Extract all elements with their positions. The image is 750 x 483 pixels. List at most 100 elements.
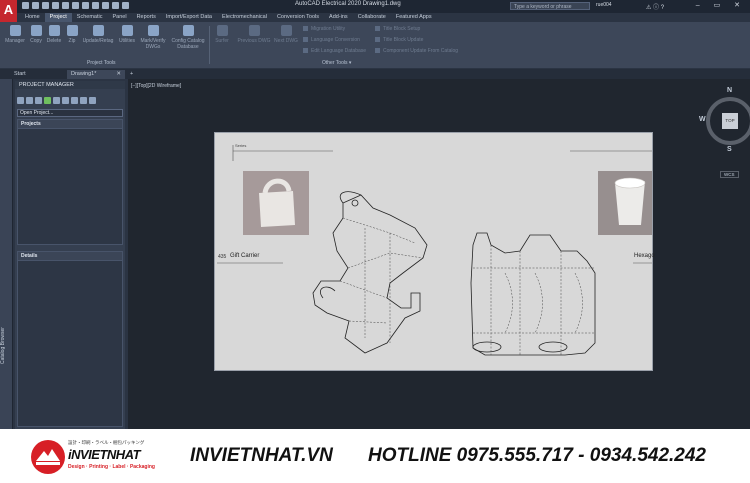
mark-verify-icon [147,25,159,36]
details-panel: Details [17,251,123,427]
help-icon[interactable] [89,97,96,104]
tab-import-export[interactable]: Import/Export Data [161,13,217,22]
update-icon [92,25,104,36]
arrow-left-icon [248,25,260,36]
config-catalog-button[interactable]: Config Catalog Database [169,25,207,50]
ribbon-tabs: Home Project Schematic Panel Reports Imp… [20,13,437,22]
zip-button[interactable]: Zip [66,25,78,44]
redo-icon[interactable] [82,2,89,9]
website-text: INVIETNHAT.VN [190,445,333,466]
zip-label: Zip [68,38,76,44]
project-tools-panel-label: Project Tools [87,60,116,66]
tab-project[interactable]: Project [44,13,72,22]
help-icon[interactable]: ⚠ ⓘ ? [646,2,664,11]
next-dwg-label: Next DWG [274,38,298,44]
viewcube-top-face[interactable]: TOP [722,113,738,129]
tab-featured-apps[interactable]: Featured Apps [391,13,437,22]
catalog-browser-strip[interactable]: Catalog Browser [0,79,13,429]
user-name[interactable]: rue004 [596,2,612,8]
update-retag-label: Update/Retag [82,38,114,44]
brand-name: iNVIETNHAT [68,447,141,462]
add-tab-button[interactable]: + [126,70,136,79]
open-project-dropdown[interactable]: Open Project... [17,109,123,117]
tab-reports[interactable]: Reports [132,13,161,22]
title-block-setup-label: Title Block Setup [383,26,421,32]
next-dwg-button[interactable]: Next DWG [273,25,299,44]
refresh-icon[interactable] [44,97,51,104]
gift-carrier-number: 435 [218,254,227,260]
mark-verify-label: Mark/Verify DWGs [140,38,166,50]
tab-start[interactable]: Start [10,70,66,79]
language-conversion-label: Language Conversion [311,37,360,43]
compass-west[interactable]: W [699,116,706,123]
share-icon[interactable] [122,2,129,9]
open-project-icon[interactable] [17,97,24,104]
mark-verify-button[interactable]: Mark/Verify DWGs [139,25,167,50]
manager-icon [9,25,21,36]
publish-icon[interactable] [62,97,69,104]
delete-button[interactable]: Delete [45,25,63,44]
previous-dwg-button[interactable]: Previous DWG [236,25,272,44]
title-bar: AutoCAD Electrical 2020 Drawing1.dwg Typ… [0,0,750,13]
surfer-button[interactable]: Surfer [212,25,232,44]
other-tools-panel-label[interactable]: Other Tools ▾ [322,60,351,66]
save-icon[interactable] [42,2,49,9]
close-icon[interactable]: ✕ [116,70,121,79]
component-update-item[interactable]: Component Update From Catalog [375,48,458,54]
undo-icon[interactable] [72,2,79,9]
edit-language-db-label: Edit Language Database [311,48,367,54]
back-icon[interactable] [102,2,109,9]
window-controls[interactable]: – ▭ ✕ [696,1,746,9]
plot-icon[interactable] [62,2,69,9]
copy-button[interactable]: Copy [29,25,43,44]
tab-electromechanical[interactable]: Electromechanical [217,13,272,22]
settings-icon[interactable] [80,97,87,104]
tab-schematic[interactable]: Schematic [72,13,108,22]
plot-project-icon[interactable] [71,97,78,104]
tab-add-ins[interactable]: Add-ins [324,13,353,22]
viewcube[interactable]: TOP N S W [699,87,750,153]
properties-icon[interactable] [53,97,60,104]
update-retag-button[interactable]: Update/Retag [80,25,116,44]
title-block-update-icon [375,37,380,43]
tab-collaborate[interactable]: Collaborate [353,13,391,22]
tab-conversion-tools[interactable]: Conversion Tools [272,13,324,22]
catalog-browser-label: Catalog Browser [0,327,6,364]
copy-label: Copy [30,38,42,44]
title-block-setup-item[interactable]: Title Block Setup [375,26,420,32]
print-icon[interactable] [92,2,99,9]
search-input[interactable]: Type a keyword or phrase [510,2,590,10]
projects-tree[interactable]: Projects [17,119,123,245]
forward-icon[interactable] [112,2,119,9]
copy-icon [30,25,42,36]
edit-language-db-item[interactable]: Edit Language Database [303,48,366,54]
tab-home[interactable]: Home [20,13,45,22]
new-icon[interactable] [22,2,29,9]
compass-south[interactable]: S [727,146,732,153]
zip-icon [66,25,78,36]
language-conversion-item[interactable]: Language Conversion [303,37,360,43]
viewport-controls[interactable]: [−][Top][2D Wireframe] [131,83,181,89]
migration-utility-label: Migration Utility [311,26,346,32]
new-drawing-icon[interactable] [35,97,42,104]
saveas-icon[interactable] [52,2,59,9]
gift-carrier-label: Gift Carrier [230,253,260,259]
app-logo[interactable]: A [0,0,17,22]
manager-button[interactable]: Manager [4,25,26,44]
title-block-setup-icon [375,26,380,32]
edit-language-icon [303,48,308,54]
compass-north[interactable]: N [727,87,732,94]
title-block-update-item[interactable]: Title Block Update [375,37,423,43]
new-project-icon[interactable] [26,97,33,104]
manager-label: Manager [5,38,25,44]
utilities-button[interactable]: Utilities [117,25,137,44]
drawing-canvas[interactable]: [−][Top][2D Wireframe] 435 Gift Carrier … [128,79,750,429]
utilities-icon [121,25,133,36]
tab-drawing1[interactable]: Drawing1* ✕ [67,70,125,79]
invietnhat-logo: 設計・印刷・ラベル・梱包パッキング iNVIETNHAT Design · Pr… [30,437,155,477]
open-icon[interactable] [32,2,39,9]
migration-utility-item[interactable]: Migration Utility [303,26,345,32]
quick-access-toolbar[interactable] [22,2,129,11]
tab-panel[interactable]: Panel [107,13,131,22]
wcs-menu[interactable]: WCS [720,171,739,178]
